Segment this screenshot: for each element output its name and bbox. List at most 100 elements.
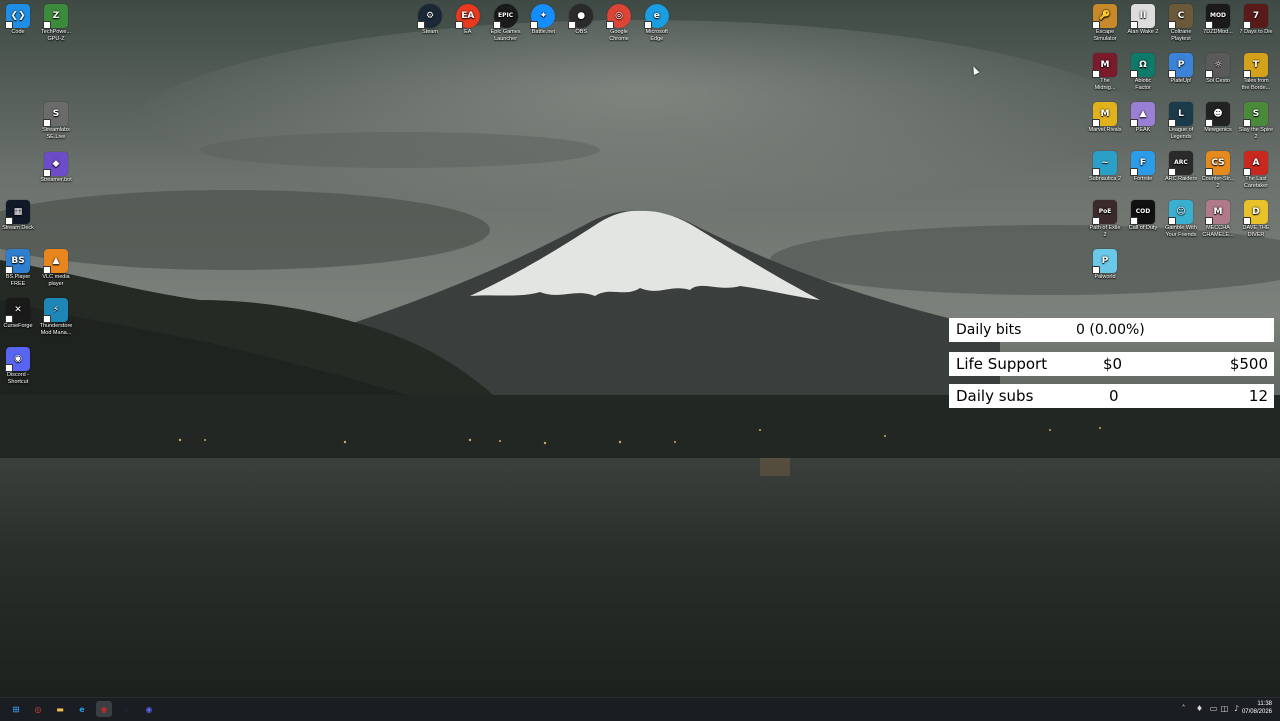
desktop-shortcut-label: VLC media player	[42, 274, 70, 287]
display-icon[interactable]: ▭	[1209, 704, 1218, 713]
desktop-shortcut[interactable]: 77 Days to Die	[1234, 4, 1278, 36]
desktop-shortcut[interactable]: S Slay the Spire 2	[1234, 102, 1278, 140]
desktop-shortcut-label: 7 Days to Die	[1239, 29, 1273, 35]
desktop-shortcut[interactable]: T Tales from the Borde...	[1234, 53, 1278, 91]
daily-bits-label: Daily bits	[956, 322, 1022, 338]
shortcut-arrow-icon	[1092, 70, 1100, 78]
life-support-current: $0	[1103, 355, 1123, 373]
tray-overflow-chevron-icon[interactable]: ˄	[1179, 704, 1188, 713]
shortcut-arrow-icon	[1130, 168, 1138, 176]
coltrane-icon: C	[1168, 4, 1193, 29]
steam-icon: ⚙	[417, 4, 442, 29]
desktop-shortcut-label: The Last Caretaker	[1243, 176, 1269, 189]
windows-start-icon[interactable]: ⊞	[8, 701, 24, 717]
midnight-icon: M	[1092, 53, 1117, 78]
shortcut-arrow-icon	[5, 315, 13, 323]
shortcut-arrow-icon	[1205, 217, 1213, 225]
streamerbot-icon: ◆	[43, 152, 68, 177]
desktop-shortcut[interactable]: Z TechPowe... GPU-Z	[34, 4, 78, 42]
desktop-shortcut-label: Thunderstore Mod Mana...	[39, 323, 73, 336]
plateup-icon: P	[1168, 53, 1193, 78]
desktop-shortcut[interactable]: D DAVE THE DIVER	[1234, 200, 1278, 238]
desktop-shortcut[interactable]: P Palworld	[1083, 249, 1127, 281]
shortcut-arrow-icon	[5, 217, 13, 225]
daily-subs-label: Daily subs	[956, 387, 1034, 405]
subnautica-icon: ~	[1092, 151, 1117, 176]
sol-cesto-icon: ☼	[1205, 53, 1230, 78]
shortcut-arrow-icon	[43, 266, 51, 274]
taskbar-clock[interactable]: 11:38 07/08/2026	[1242, 700, 1272, 716]
dave-the-diver-icon: D	[1243, 200, 1268, 225]
shortcut-arrow-icon	[1205, 21, 1213, 29]
desktop-shortcut[interactable]: ▦ Stream Deck	[0, 200, 40, 232]
tales-borderlands-icon: T	[1243, 53, 1268, 78]
desktop-shortcut-label: Tales from the Borde...	[1241, 78, 1271, 91]
escape-simulator-icon: 🔑	[1092, 4, 1117, 29]
app-active-icon[interactable]: ◉	[96, 701, 112, 717]
discord-icon: ◉	[5, 347, 30, 372]
meccha-icon: M	[1205, 200, 1230, 225]
shortcut-arrow-icon	[1243, 21, 1251, 29]
desktop-shortcut[interactable]: e Microsoft Edge	[635, 4, 679, 42]
shortcut-arrow-icon	[1243, 217, 1251, 225]
daily-bits-row: Daily bits 0 (0.00%)	[949, 318, 1274, 342]
life-support-row: Life Support $0 $500	[949, 352, 1274, 376]
desktop-shortcut[interactable]: ▲ VLC media player	[34, 249, 78, 287]
microphone-icon[interactable]: ♦	[1195, 704, 1204, 713]
shortcut-arrow-icon	[43, 169, 51, 177]
vlc-icon: ▲	[43, 249, 68, 274]
shortcut-arrow-icon	[1243, 168, 1251, 176]
league-icon: L	[1168, 102, 1193, 127]
streamdeck-icon: ▦	[5, 200, 30, 225]
last-caretaker-icon: A	[1243, 151, 1268, 176]
palworld-icon: P	[1092, 249, 1117, 274]
discord-icon[interactable]: ◉	[141, 701, 157, 717]
network-icon[interactable]: ◫	[1220, 704, 1229, 713]
streamlabs-icon: S	[43, 102, 68, 127]
daily-bits-value: 0 (0.00%)	[1076, 322, 1145, 338]
shortcut-arrow-icon	[1168, 21, 1176, 29]
daily-subs-goal: 12	[1248, 387, 1268, 405]
desktop-shortcut-label: DAVE THE DIVER	[1242, 225, 1270, 238]
chrome-icon[interactable]: ◎	[30, 701, 46, 717]
path-of-exile-icon: PoE	[1092, 200, 1117, 225]
desktop-shortcut[interactable]: A The Last Caretaker	[1234, 151, 1278, 189]
desktop-shortcut[interactable]: S Streamlabs SE.Live	[34, 102, 78, 140]
mod-launcher-icon: MOD	[1205, 4, 1230, 29]
desktop-shortcut[interactable]: ◆ Streamer.bot	[34, 152, 78, 184]
ea-icon: EA	[454, 4, 480, 29]
slay-the-spire-icon: S	[1243, 102, 1268, 127]
shortcut-arrow-icon	[1130, 217, 1138, 225]
life-support-goal: $500	[1229, 355, 1268, 373]
alan-wake-2-icon: II	[1130, 4, 1155, 29]
desktop-shortcut[interactable]: ⚡ Thunderstore Mod Mana...	[34, 298, 78, 336]
shortcut-arrow-icon	[5, 266, 13, 274]
gamble-icon: ☺	[1168, 200, 1193, 225]
shortcut-arrow-icon	[1205, 119, 1213, 127]
shortcut-arrow-icon	[1168, 217, 1176, 225]
desktop-shortcut-label: Discord - Shortcut	[6, 372, 29, 385]
shortcut-arrow-icon	[417, 21, 425, 29]
desktop-shortcut-label: Palworld	[1094, 274, 1116, 280]
steam-icon[interactable]: ⚙	[118, 701, 134, 717]
shortcut-arrow-icon	[492, 21, 501, 29]
desktop-shortcut-label: Microsoft Edge	[645, 29, 668, 42]
shortcut-arrow-icon	[1243, 119, 1251, 127]
desktop-shortcut[interactable]: ◉ Discord - Shortcut	[0, 347, 40, 385]
desktop-shortcut-label: Slay the Spire 2	[1238, 127, 1274, 140]
shortcut-arrow-icon	[1168, 168, 1176, 176]
shortcut-arrow-icon	[43, 315, 51, 323]
shortcut-arrow-icon	[643, 21, 652, 29]
peak-icon: ▲	[1130, 102, 1155, 127]
shortcut-arrow-icon	[43, 119, 51, 127]
counter-strike-icon: CS	[1205, 151, 1230, 176]
volume-icon[interactable]: ♪	[1232, 704, 1241, 713]
file-explorer-icon[interactable]: ▬	[52, 701, 68, 717]
edge-icon[interactable]: e	[74, 701, 90, 717]
battlenet-icon: ✦	[530, 4, 556, 29]
shortcut-arrow-icon	[1092, 266, 1100, 274]
curseforge-icon: ✕	[5, 298, 30, 323]
daily-subs-row: Daily subs 0 12	[949, 384, 1274, 408]
fortnite-icon: F	[1130, 151, 1155, 176]
call-of-duty-icon: COD	[1130, 200, 1155, 225]
